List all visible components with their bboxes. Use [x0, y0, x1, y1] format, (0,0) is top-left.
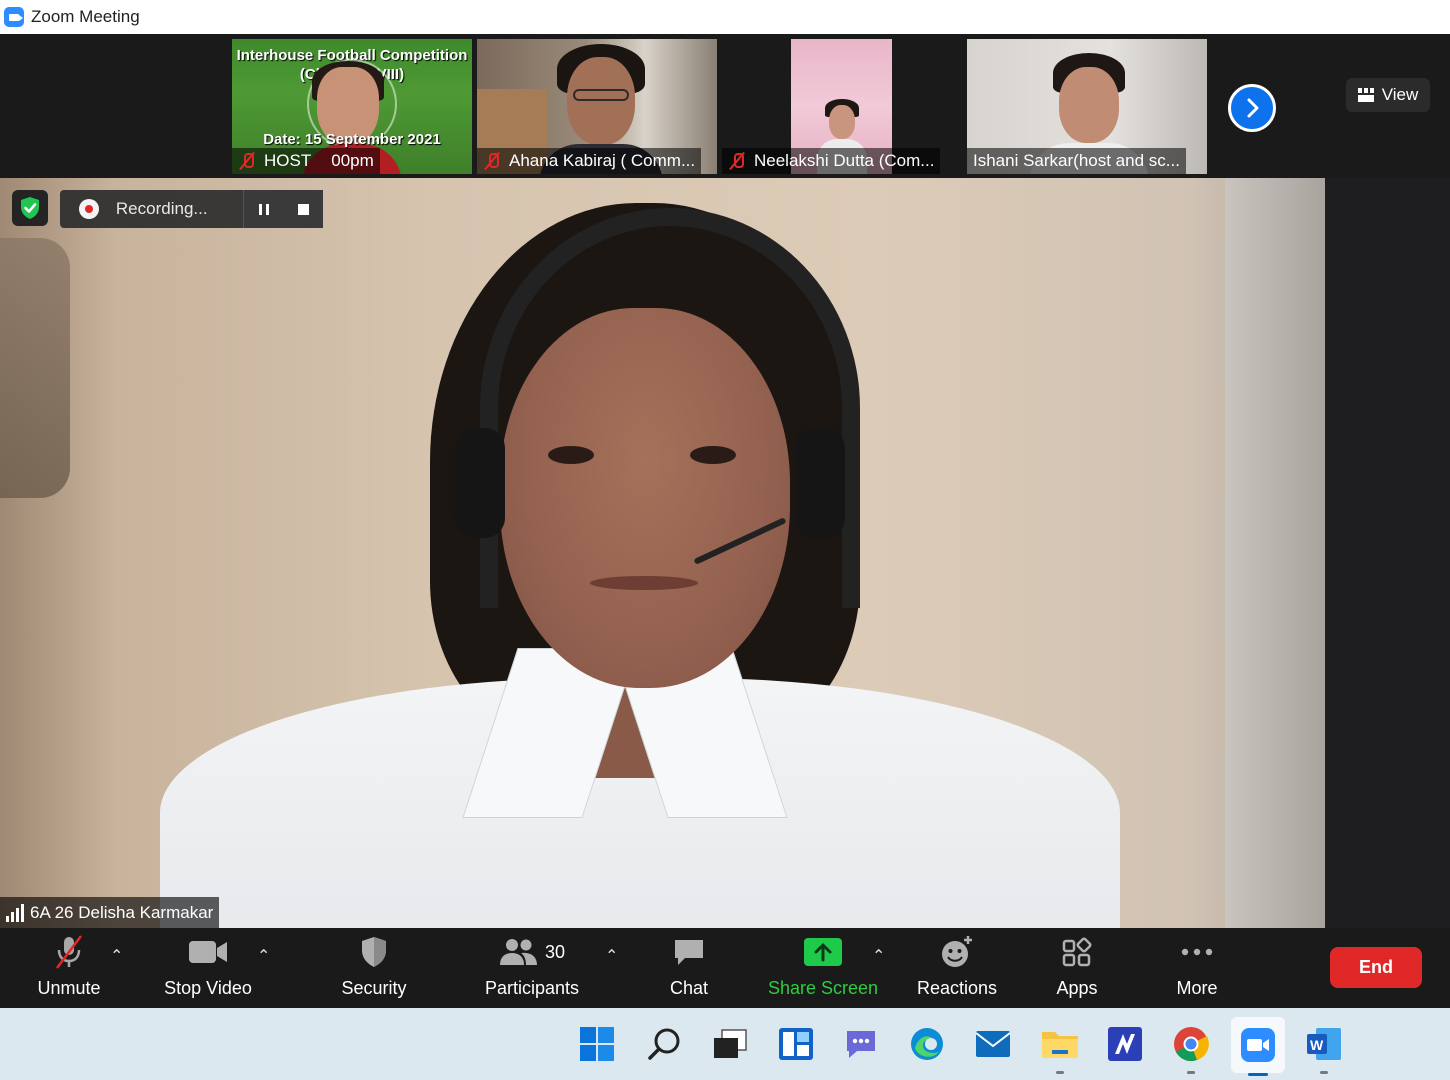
share-screen-button[interactable]: Share Screen	[765, 928, 881, 1008]
muted-mic-icon	[483, 152, 501, 170]
apps-icon	[1062, 937, 1092, 967]
participant-name: HOST	[264, 151, 312, 170]
word-icon[interactable]: W	[1304, 1024, 1344, 1074]
chrome-icon[interactable]	[1171, 1024, 1211, 1074]
audio-options-caret[interactable]: ⌃	[110, 946, 123, 966]
end-meeting-button[interactable]: End	[1330, 947, 1422, 988]
svg-text:W: W	[1310, 1037, 1324, 1053]
active-speaker-name: 6A 26 Delisha Karmakar	[30, 902, 214, 922]
participant-name: Ahana Kabiraj ( Comm...	[509, 151, 696, 170]
participants-options-caret[interactable]: ⌃	[605, 946, 618, 966]
participant-name: Neelakshi Dutta (Com...	[754, 151, 935, 170]
share-screen-icon	[804, 938, 842, 966]
muted-mic-icon	[728, 152, 746, 170]
muted-mic-icon	[56, 935, 82, 969]
stop-video-label: Stop Video	[164, 978, 252, 998]
windows-taskbar: W	[0, 1008, 1450, 1080]
reactions-label: Reactions	[916, 978, 998, 998]
participant-name-tag: Ahana Kabiraj ( Comm...	[477, 148, 702, 174]
recording-label: Recording...	[115, 199, 208, 218]
unmute-label: Unmute	[37, 978, 101, 998]
poster-date: Date: 15 September 2021	[263, 131, 441, 148]
chevron-right-icon	[1247, 98, 1259, 118]
participant-name-tag: HOST 00pm	[232, 148, 380, 174]
active-speaker-name-tag: 6A 26 Delisha Karmakar	[0, 897, 220, 928]
video-options-caret[interactable]: ⌃	[257, 946, 270, 966]
chat-button[interactable]: Chat	[660, 928, 718, 1008]
chat-bubble-icon	[675, 940, 703, 965]
app-icon[interactable]	[1105, 1024, 1145, 1064]
file-explorer-icon[interactable]	[1040, 1024, 1080, 1074]
participants-count: 30	[544, 941, 566, 962]
recording-dot-icon	[79, 199, 99, 219]
participant-strip: Interhouse Football Competition (Class V…	[0, 34, 1450, 178]
poster-time: 00pm	[331, 151, 374, 170]
participant-tile-ishani[interactable]: Ishani Sarkar(host and sc...	[967, 39, 1207, 174]
encryption-shield-button[interactable]	[12, 190, 48, 226]
teams-chat-icon[interactable]	[841, 1024, 881, 1064]
unmute-button[interactable]: Unmute	[30, 928, 108, 1008]
signal-strength-icon	[6, 903, 24, 922]
windows-start-icon[interactable]	[577, 1024, 617, 1064]
participant-face	[829, 105, 855, 139]
next-page-button[interactable]	[1228, 84, 1276, 132]
edge-icon[interactable]	[907, 1024, 947, 1064]
participants-label: Participants	[484, 978, 580, 998]
participant-face	[567, 57, 635, 145]
meeting-toolbar: Unmute ⌃ Stop Video ⌃ Security 30 Partic…	[0, 928, 1450, 1008]
zoom-icon[interactable]	[1231, 1017, 1285, 1076]
more-dots-icon	[1181, 948, 1213, 956]
grid-view-icon	[1357, 88, 1374, 102]
security-label: Security	[341, 978, 407, 998]
reactions-button[interactable]: Reactions	[912, 928, 1002, 1008]
participants-icon	[499, 939, 537, 965]
task-view-icon[interactable]	[710, 1024, 750, 1064]
view-button[interactable]: View	[1346, 78, 1430, 112]
smiley-plus-icon	[942, 936, 972, 967]
stop-video-button[interactable]: Stop Video	[158, 928, 258, 1008]
participant-name: Ishani Sarkar(host and sc...	[973, 151, 1180, 170]
share-options-caret[interactable]: ⌃	[872, 946, 885, 966]
video-camera-icon	[189, 941, 227, 963]
speaker-face	[500, 308, 790, 688]
shield-check-icon	[21, 197, 39, 219]
more-button[interactable]: More	[1168, 928, 1226, 1008]
share-screen-label: Share Screen	[767, 978, 879, 998]
participant-name-tag: Ishani Sarkar(host and sc...	[967, 148, 1186, 174]
more-label: More	[1176, 978, 1218, 998]
mail-icon[interactable]	[973, 1024, 1013, 1064]
participant-tile-neelakshi[interactable]: Neelakshi Dutta (Com...	[722, 39, 962, 174]
window-title-bar: Zoom Meeting	[0, 0, 1450, 34]
chat-label: Chat	[669, 978, 709, 998]
muted-mic-icon	[238, 152, 256, 170]
apps-label: Apps	[1056, 978, 1098, 998]
active-speaker-video	[0, 178, 1450, 928]
apps-button[interactable]: Apps	[1050, 928, 1104, 1008]
zoom-logo-icon	[4, 7, 24, 27]
stop-recording-button[interactable]	[283, 190, 323, 228]
participant-face	[1059, 67, 1119, 143]
pause-recording-button[interactable]	[243, 190, 284, 228]
window-title: Zoom Meeting	[31, 7, 140, 26]
participants-button[interactable]: 30 Participants	[480, 928, 584, 1008]
shield-icon	[362, 937, 386, 967]
participant-tile-ahana[interactable]: Ahana Kabiraj ( Comm...	[477, 39, 717, 174]
security-button[interactable]: Security	[334, 928, 414, 1008]
participant-name-tag: Neelakshi Dutta (Com...	[722, 148, 941, 174]
search-icon[interactable]	[644, 1024, 684, 1064]
widgets-icon[interactable]	[776, 1024, 816, 1064]
recording-indicator: Recording...	[60, 190, 323, 228]
participant-tile-host[interactable]: Interhouse Football Competition (Class V…	[232, 39, 472, 174]
view-label: View	[1381, 85, 1419, 104]
